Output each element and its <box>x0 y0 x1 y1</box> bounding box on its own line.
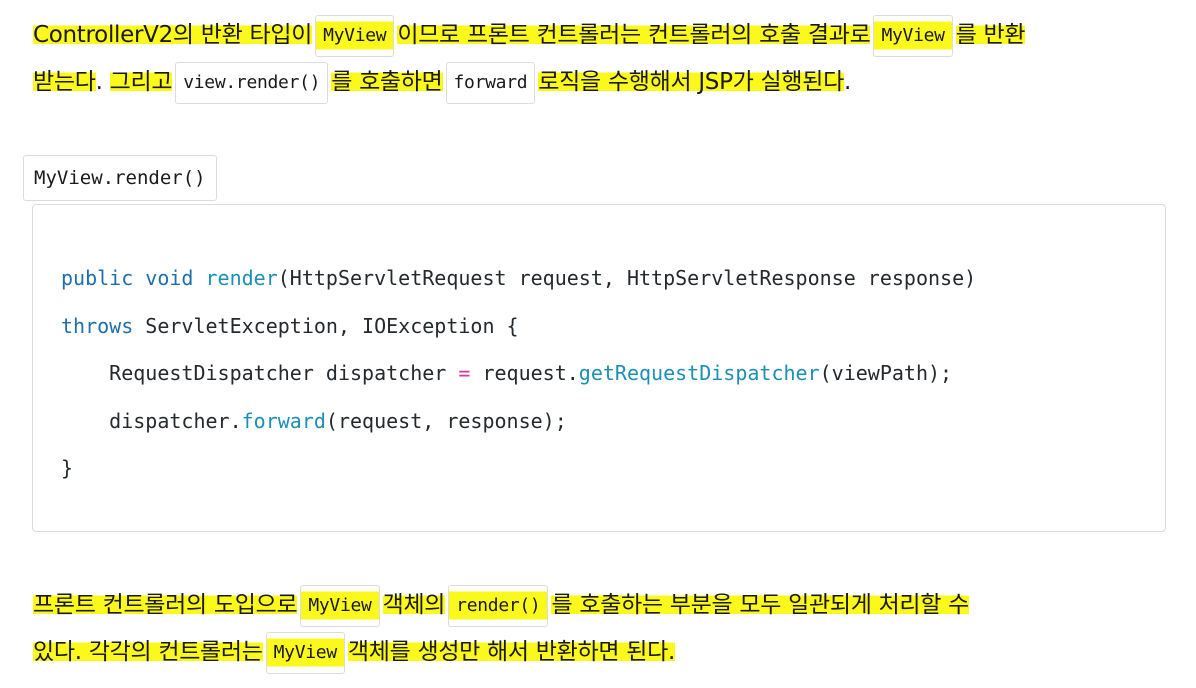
intro-text: . <box>844 69 852 95</box>
code-text: (viewPath); <box>819 361 953 385</box>
code-keyword: void <box>145 266 194 290</box>
code-text: request. <box>470 361 579 385</box>
inline-code-view-render: view.render() <box>175 61 329 104</box>
intro-line-2: 받는다. 그리고 view.render() 를 호출하면 forward 로직을 수행… <box>33 59 1183 106</box>
outro-text: 를 호출하는 부분을 모두 일관되게 처리할 수 <box>551 592 970 618</box>
code-text: RequestDispatcher dispatcher <box>61 361 459 385</box>
code-function: forward <box>241 408 326 433</box>
outro-text: 객체를 생성만 해서 반환하면 된다. <box>347 639 675 665</box>
intro-line-1: ControllerV2의 반환 타입이 MyView 이므로 프론트 컨트롤러는 … <box>33 12 1183 59</box>
inline-code-myview: MyView <box>315 14 395 57</box>
outro-text: 프론트 컨트롤러의 도입으로 <box>33 592 298 618</box>
code-text: dispatcher. <box>61 408 242 433</box>
outro-text: 있다. 각각의 컨트롤러는 <box>33 639 263 665</box>
intro-text: 그리고 <box>109 69 173 95</box>
code-block: public void render(HttpServletRequest re… <box>32 204 1166 532</box>
code-keyword: public <box>61 266 134 290</box>
code-function: render <box>205 266 278 290</box>
outro-text: 객체의 <box>382 592 446 618</box>
outro-line-1: 프론트 컨트롤러의 도입으로 MyView 객체의 render() 를 호출하는 부분… <box>33 582 1183 629</box>
code-caption: MyView.render() <box>23 155 217 201</box>
code-text: ServletException, IOException { <box>133 313 519 338</box>
inline-code-myview: MyView <box>873 14 953 57</box>
inline-code-myview: MyView <box>300 584 380 627</box>
outro-paragraph: 프론트 컨트롤러의 도입으로 MyView 객체의 render() 를 호출하는 부분… <box>33 582 1183 676</box>
intro-text: 이므로 프론트 컨트롤러는 컨트롤러의 호출 결과로 <box>397 22 871 48</box>
inline-code-forward: forward <box>445 61 536 104</box>
code-text: (HttpServletRequest request, HttpServlet… <box>277 266 977 290</box>
code-operator: = <box>458 361 471 385</box>
intro-text: 를 반환 <box>955 22 1026 48</box>
intro-text: 로직을 수행해서 JSP가 실행된다 <box>538 69 844 95</box>
intro-text: 받는다 <box>33 69 96 95</box>
code-keyword: throws <box>61 313 134 338</box>
intro-text: ControllerV2의 반환 타입이 <box>33 22 313 48</box>
intro-paragraph: ControllerV2의 반환 타입이 MyView 이므로 프론트 컨트롤러는 … <box>33 12 1183 106</box>
intro-text: . <box>95 69 110 95</box>
code-function: getRequestDispatcher <box>578 361 820 385</box>
inline-code-render: render() <box>448 584 549 627</box>
inline-code-myview: MyView <box>265 631 345 674</box>
code-text: (request, response); <box>325 408 567 433</box>
code-content: public void render(HttpServletRequest re… <box>61 255 976 493</box>
outro-line-2: 있다. 각각의 컨트롤러는 MyView 객체를 생성만 해서 반환하면 된다. <box>33 629 1183 676</box>
intro-text: 를 호출하면 <box>331 69 443 95</box>
code-text: } <box>61 456 74 480</box>
